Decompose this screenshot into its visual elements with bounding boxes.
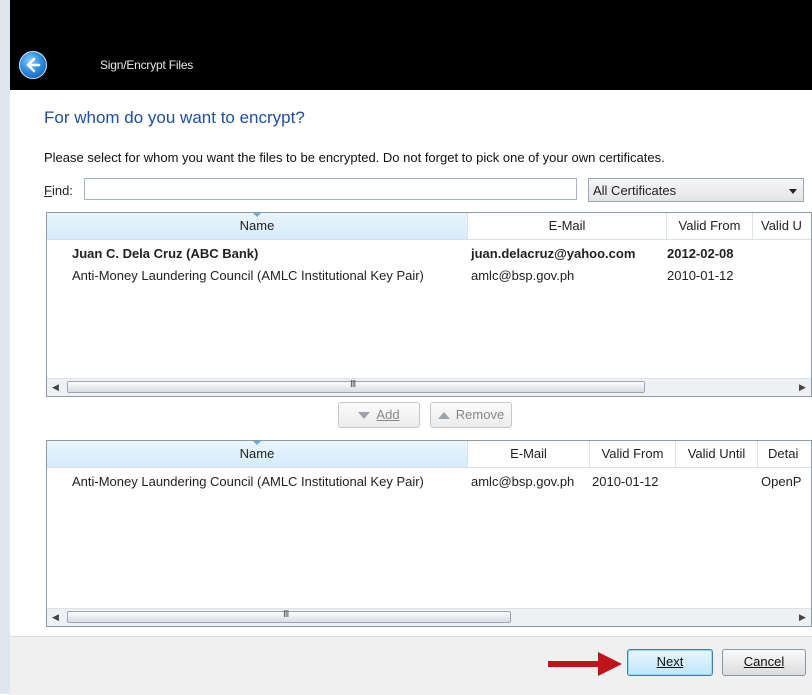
sort-indicator-icon (253, 213, 261, 217)
scrollbar-grip: III (350, 379, 356, 390)
cell-valid-from: 2012-02-08 (667, 246, 734, 261)
wizard-title: Sign/Encrypt Files (100, 58, 194, 72)
column-header-label: Detai (768, 446, 799, 461)
column-header-label: Valid From (678, 218, 741, 233)
selected-recipients-list[interactable]: Name E-Mail Valid From Valid Until Detai… (46, 440, 812, 627)
cancel-button[interactable]: Cancel (722, 649, 806, 676)
list-header: Name E-Mail Valid From Valid U (47, 213, 811, 240)
column-header-details[interactable]: Detai (758, 441, 811, 467)
table-row[interactable]: Juan C. Dela Cruz (ABC Bank) juan.delacr… (47, 243, 811, 265)
column-header-valid-until[interactable]: Valid U (753, 213, 811, 239)
column-header-label: Valid From (601, 446, 664, 461)
add-button[interactable]: Add (338, 402, 420, 428)
instruction-text: Please select for whom you want the file… (44, 150, 665, 165)
cell-valid-from: 2010-01-12 (667, 268, 734, 283)
back-button[interactable] (19, 51, 47, 79)
find-input[interactable] (84, 178, 577, 200)
column-header-valid-until[interactable]: Valid Until (676, 441, 758, 467)
wizard-titlebar (10, 0, 812, 90)
column-header-valid-from[interactable]: Valid From (667, 213, 753, 239)
column-header-label: Valid U (761, 218, 802, 233)
table-row[interactable]: Anti-Money Laundering Council (AMLC Inst… (47, 471, 811, 493)
list-header: Name E-Mail Valid From Valid Until Detai (47, 441, 811, 468)
next-button-label: Next (656, 654, 684, 669)
remove-button-label: Remove (455, 407, 505, 422)
column-header-email[interactable]: E-Mail (468, 441, 590, 467)
certificate-filter-select[interactable]: All Certificates (588, 178, 804, 202)
remove-button[interactable]: Remove (430, 402, 512, 428)
scrollbar-thumb[interactable]: III (67, 609, 511, 623)
cell-email: juan.delacruz@yahoo.com (471, 246, 636, 261)
page-heading: For whom do you want to encrypt? (44, 108, 305, 127)
arrow-down-icon (358, 412, 371, 420)
cell-name: Anti-Money Laundering Council (AMLC Inst… (72, 474, 424, 489)
next-button[interactable]: Next (627, 649, 713, 676)
scroll-left-icon[interactable]: ◀ (47, 609, 64, 626)
column-header-valid-from[interactable]: Valid From (590, 441, 676, 467)
horizontal-scrollbar[interactable]: ◀ III ▶ (47, 378, 811, 396)
cancel-button-label: Cancel (743, 654, 785, 669)
column-header-name[interactable]: Name (47, 213, 468, 239)
scroll-right-icon[interactable]: ▶ (794, 609, 811, 626)
find-label: Find: (44, 183, 73, 198)
wizard-content: For whom do you want to encrypt? Please … (10, 90, 812, 636)
red-pointer-arrow-icon (548, 652, 622, 676)
arrow-up-icon (437, 412, 450, 420)
column-header-label: Valid Until (687, 446, 746, 461)
cell-name: Juan C. Dela Cruz (ABC Bank) (72, 246, 259, 261)
column-header-label: Name (239, 446, 275, 461)
horizontal-scrollbar[interactable]: ◀ III ▶ (47, 608, 811, 626)
cell-name: Anti-Money Laundering Council (AMLC Inst… (72, 268, 424, 283)
column-header-label: E-Mail (548, 218, 586, 233)
column-header-email[interactable]: E-Mail (468, 213, 667, 239)
sort-indicator-icon (253, 441, 261, 445)
scroll-right-icon[interactable]: ▶ (794, 379, 811, 396)
filter-selected-value: All Certificates (593, 183, 677, 198)
back-arrow-icon (26, 57, 41, 73)
column-header-label: Name (239, 218, 275, 233)
scrollbar-grip: III (283, 609, 289, 620)
available-certificates-list[interactable]: Name E-Mail Valid From Valid U Juan C. D… (46, 212, 812, 397)
add-button-label: Add (376, 407, 400, 422)
cell-details: OpenP (761, 474, 802, 489)
column-header-label: E-Mail (510, 446, 547, 461)
dropdown-arrow-icon (789, 189, 797, 194)
cell-email: amlc@bsp.gov.ph (471, 474, 575, 489)
scrollbar-thumb[interactable]: III (67, 379, 645, 393)
scroll-left-icon[interactable]: ◀ (47, 379, 64, 396)
find-label-text: Find: (44, 183, 73, 198)
cell-email: amlc@bsp.gov.ph (471, 268, 575, 283)
column-header-name[interactable]: Name (47, 441, 468, 467)
cell-valid-from: 2010-01-12 (592, 474, 659, 489)
table-row[interactable]: Anti-Money Laundering Council (AMLC Inst… (47, 265, 811, 287)
